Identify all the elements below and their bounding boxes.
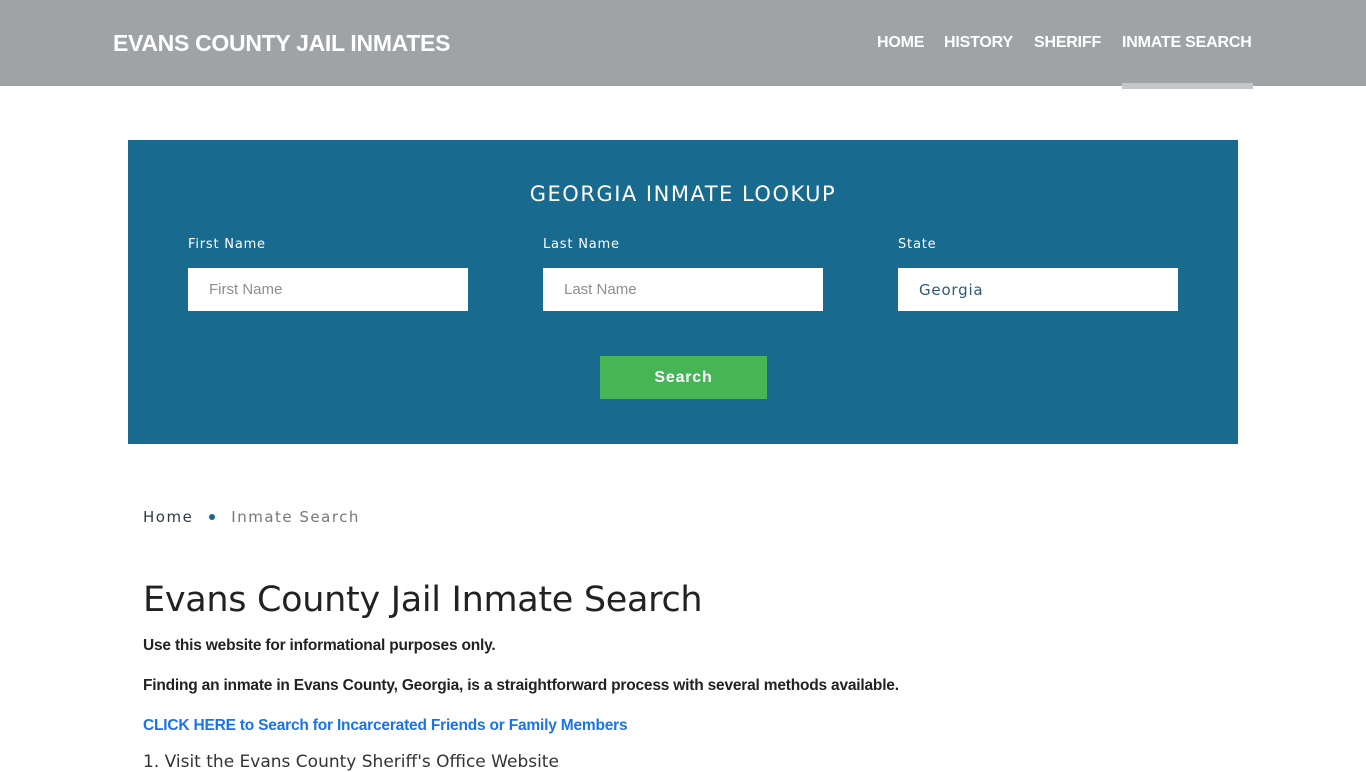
- active-nav-indicator: [1122, 83, 1253, 89]
- nav-history[interactable]: HISTORY: [944, 34, 1013, 52]
- disclaimer-text: Use this website for informational purpo…: [143, 637, 496, 654]
- nav-sheriff[interactable]: SHERIFF: [1034, 34, 1101, 52]
- breadcrumb-separator-icon: [209, 514, 216, 520]
- first-name-input[interactable]: [188, 268, 468, 311]
- nav-home[interactable]: HOME: [877, 34, 924, 52]
- search-family-link[interactable]: CLICK HERE to Search for Incarcerated Fr…: [143, 717, 628, 735]
- search-button[interactable]: Search: [600, 356, 767, 399]
- list-item: 1. Visit the Evans County Sheriff's Offi…: [143, 752, 559, 772]
- page-title: Evans County Jail Inmate Search: [143, 580, 703, 620]
- inmate-lookup-panel: GEORGIA INMATE LOOKUP First Name Last Na…: [128, 140, 1238, 444]
- state-select[interactable]: Georgia: [898, 268, 1178, 311]
- state-selected-value: Georgia: [919, 280, 984, 299]
- main-nav: HOME HISTORY SHERIFF INMATE SEARCH: [0, 34, 1366, 54]
- first-name-label: First Name: [188, 237, 266, 252]
- breadcrumb: Home Inmate Search: [143, 508, 360, 526]
- site-header: EVANS COUNTY JAIL INMATES HOME HISTORY S…: [0, 0, 1366, 86]
- state-label: State: [898, 237, 937, 252]
- intro-text: Finding an inmate in Evans County, Georg…: [143, 677, 899, 694]
- last-name-input[interactable]: [543, 268, 823, 311]
- nav-inmate-search[interactable]: INMATE SEARCH: [1122, 34, 1252, 52]
- panel-title: GEORGIA INMATE LOOKUP: [529, 182, 837, 206]
- breadcrumb-current: Inmate Search: [231, 508, 360, 526]
- last-name-label: Last Name: [543, 237, 620, 252]
- breadcrumb-home[interactable]: Home: [143, 508, 193, 526]
